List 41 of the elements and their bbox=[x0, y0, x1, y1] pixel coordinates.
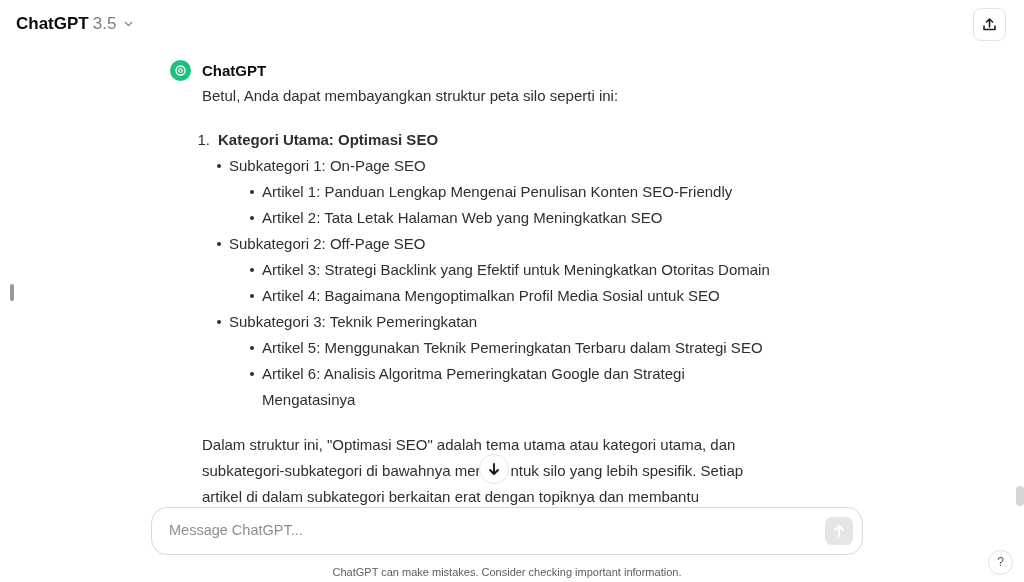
app-title: ChatGPT bbox=[16, 13, 89, 36]
bullet-icon bbox=[250, 268, 254, 272]
upload-icon bbox=[982, 16, 997, 32]
message-text: Betul, Anda dapat membayangkan struktur peta silo seperti ini: bbox=[202, 86, 620, 106]
scrollbar-thumb[interactable] bbox=[1016, 486, 1024, 506]
message-input[interactable]: Message ChatGPT... bbox=[167, 519, 825, 543]
scroll-down-button[interactable] bbox=[479, 454, 509, 484]
bullet-icon bbox=[250, 216, 254, 220]
assistant-avatar-icon bbox=[170, 60, 191, 81]
sidebar-toggle-handle[interactable] bbox=[10, 284, 14, 301]
bullet-icon bbox=[250, 190, 254, 194]
list-number: 1. bbox=[196, 130, 210, 150]
paragraph-text: ntuk silo yang lebih spesifik. Setiap bbox=[510, 461, 744, 481]
bullet-icon bbox=[250, 372, 254, 376]
chevron-down-icon[interactable] bbox=[124, 21, 134, 27]
list-item-text: Artikel 3: Strategi Backlink yang Efektif untuk Meningkatkan Otoritas Domain bbox=[262, 260, 770, 280]
paragraph-text: subkategori-subkategori di bawahnya mer bbox=[202, 461, 481, 481]
list-item-text: Subkategori 3: Teknik Pemeringkatan bbox=[229, 312, 478, 332]
list-heading: Kategori Utama: Optimasi SEO bbox=[218, 130, 439, 150]
share-button[interactable] bbox=[973, 7, 1006, 41]
bullet-icon bbox=[250, 294, 254, 298]
message-composer[interactable]: Message ChatGPT... bbox=[151, 507, 863, 555]
paragraph-text: Dalam struktur ini, "Optimasi SEO" adalah tema utama atau kategori utama, dan bbox=[202, 435, 736, 455]
list-item-text: Artikel 5: Menggunakan Teknik Pemeringkatan Terbaru dalam Strategi SEO bbox=[262, 338, 763, 358]
list-item-text: Artikel 1: Panduan Lengkap Mengenai Penulisan Konten SEO-Friendly bbox=[262, 182, 733, 202]
help-button[interactable]: ? bbox=[988, 550, 1013, 575]
disclaimer-text: ChatGPT can make mistakes. Consider checking important information. bbox=[331, 565, 683, 580]
list-item-text: Artikel 2: Tata Letak Halaman Web yang Meningkatkan SEO bbox=[262, 208, 663, 228]
bullet-icon bbox=[217, 242, 221, 246]
list-item-text: Artikel 4: Bagaimana Mengoptimalkan Profil Media Sosial untuk SEO bbox=[262, 286, 720, 306]
list-item-text: Subkategori 2: Off-Page SEO bbox=[229, 234, 426, 254]
paragraph-text: artikel di dalam subkategori berkaitan erat dengan topiknya dan membantu bbox=[202, 487, 699, 507]
list-item-text: Artikel 6: Analisis Algoritma Pemeringkatan Google dan Strategi Mengatasinya bbox=[262, 364, 686, 410]
list-item-text: Subkategori 1: On-Page SEO bbox=[229, 156, 426, 176]
bullet-icon bbox=[250, 346, 254, 350]
model-version[interactable]: 3.5 bbox=[92, 11, 117, 37]
arrow-up-icon bbox=[832, 524, 846, 538]
bullet-icon bbox=[217, 164, 221, 168]
bullet-icon bbox=[217, 320, 221, 324]
arrow-down-icon bbox=[487, 462, 501, 476]
author-name: ChatGPT bbox=[202, 61, 268, 81]
